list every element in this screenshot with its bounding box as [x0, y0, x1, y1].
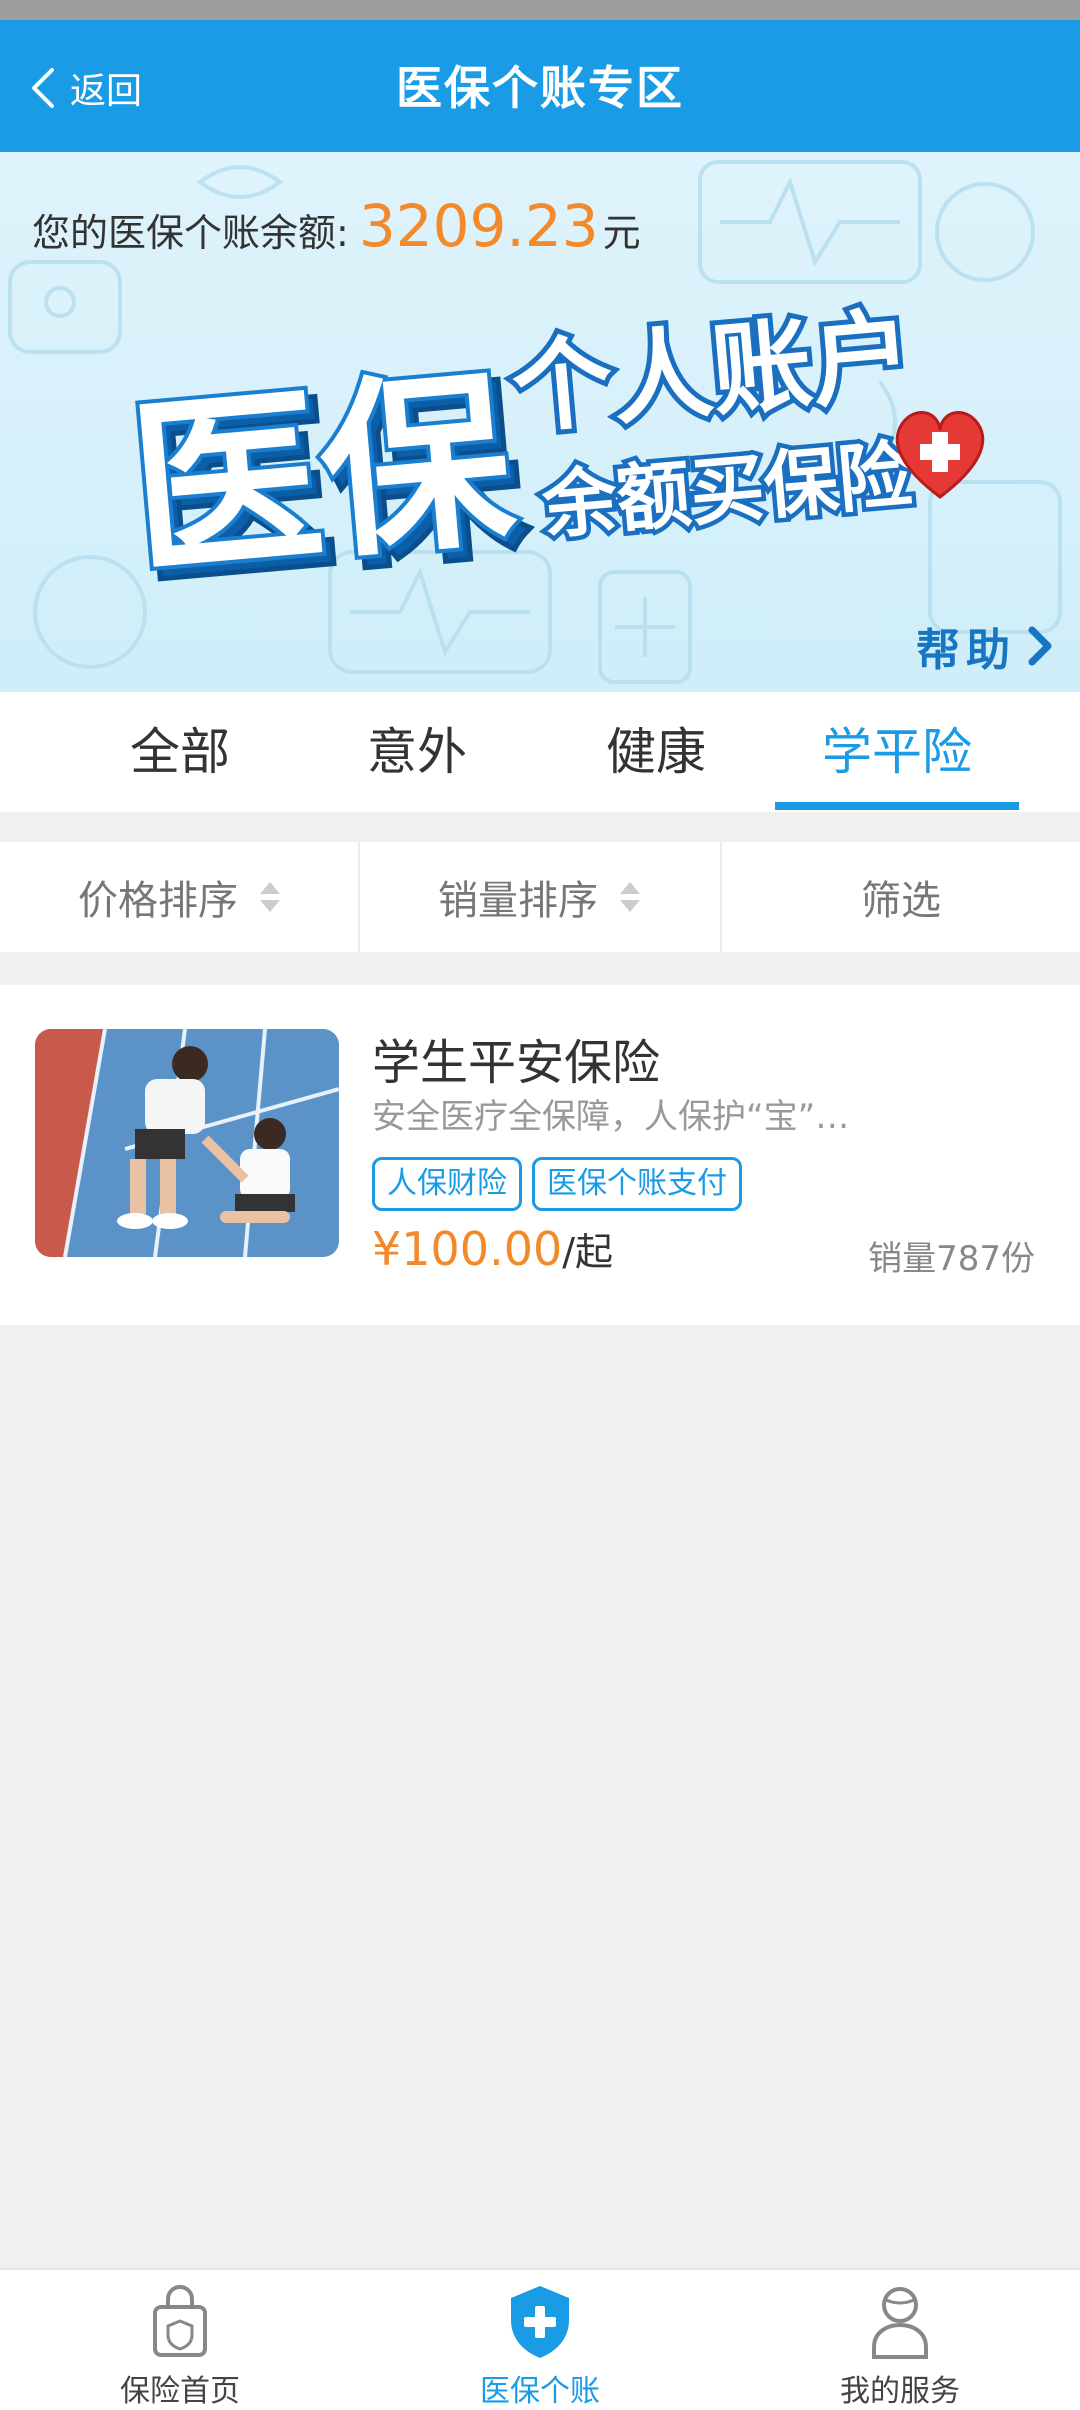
sort-arrows-icon — [260, 882, 280, 912]
price-row: ¥100.00 /起 — [372, 1221, 613, 1276]
tab-health[interactable]: 健康 — [536, 692, 776, 812]
sort-by-price-button[interactable]: 价格排序 — [0, 842, 358, 952]
page-title: 医保个账专区 — [396, 61, 684, 115]
category-tabs: 全部 意外 健康 学平险 — [0, 692, 1080, 812]
chevron-right-icon — [1028, 626, 1052, 666]
sort-by-price-label: 价格排序 — [78, 878, 238, 924]
filter-label: 筛选 — [861, 878, 941, 924]
sort-bar: 价格排序 销量排序 筛选 — [0, 842, 1080, 952]
shield-cross-icon — [500, 2282, 580, 2362]
balance-amount: 3209.23 — [358, 192, 599, 260]
sort-by-sales-button[interactable]: 销量排序 — [360, 842, 718, 952]
product-description: 安全医疗全保障，人保护“宝”… — [372, 1097, 850, 1137]
active-tab-indicator — [775, 802, 1019, 810]
price-suffix: /起 — [562, 1230, 614, 1274]
product-tag: 人保财险 — [372, 1157, 522, 1211]
filter-button[interactable]: 筛选 — [722, 842, 1080, 952]
bottom-tab-my-service-label: 我的服务 — [840, 2374, 960, 2409]
sort-by-sales-label: 销量排序 — [438, 878, 598, 924]
headline-main-face: 医保 — [123, 349, 523, 602]
bottom-tab-home[interactable]: 保险首页 — [0, 2270, 360, 2410]
tab-accident[interactable]: 意外 — [297, 692, 537, 812]
banner-headline-graphic: 医保 医保 个人账户 余额买保险 — [119, 291, 985, 616]
bottom-tab-my-service[interactable]: 我的服务 — [720, 2270, 1080, 2410]
bottom-tab-medical-account[interactable]: 医保个账 — [360, 2270, 720, 2410]
headline-tag: 余额买保险 — [538, 432, 916, 550]
sort-arrows-icon — [620, 882, 640, 912]
product-tags: 人保财险 医保个账支付 — [372, 1157, 742, 1211]
balance-row: 您的医保个账余额: 3209.23 元 — [32, 192, 641, 260]
product-image — [35, 1029, 339, 1257]
product-name: 学生平安保险 — [372, 1035, 661, 1091]
user-icon — [860, 2282, 940, 2362]
help-link[interactable]: 帮助 — [916, 614, 1054, 678]
product-card[interactable]: 学生平安保险 安全医疗全保障，人保护“宝”… 人保财险 医保个账支付 ¥100.… — [0, 985, 1080, 1325]
sales-count: 销量787份 — [868, 1239, 1035, 1279]
help-label: 帮助 — [916, 625, 1016, 676]
bottom-tab-bar: 保险首页 医保个账 我的服务 — [0, 2268, 1080, 2410]
product-tag: 医保个账支付 — [532, 1157, 742, 1211]
status-bar — [0, 0, 1080, 20]
tab-student-insurance[interactable]: 学平险 — [777, 692, 1017, 812]
banner: 您的医保个账余额: 3209.23 元 医保 医保 个人账户 余额买保险 帮助 — [0, 152, 1080, 692]
navigation-bar: 返回 医保个账专区 — [0, 20, 1080, 152]
balance-label: 您的医保个账余额: — [32, 211, 349, 255]
headline-sub: 个人账户 — [508, 296, 917, 447]
tab-all[interactable]: 全部 — [60, 692, 300, 812]
balance-unit: 元 — [602, 211, 641, 255]
bottom-tab-home-label: 保险首页 — [120, 2374, 240, 2409]
bag-icon — [140, 2282, 220, 2362]
bottom-tab-medical-account-label: 医保个账 — [480, 2374, 600, 2409]
product-price: ¥100.00 — [372, 1222, 563, 1276]
